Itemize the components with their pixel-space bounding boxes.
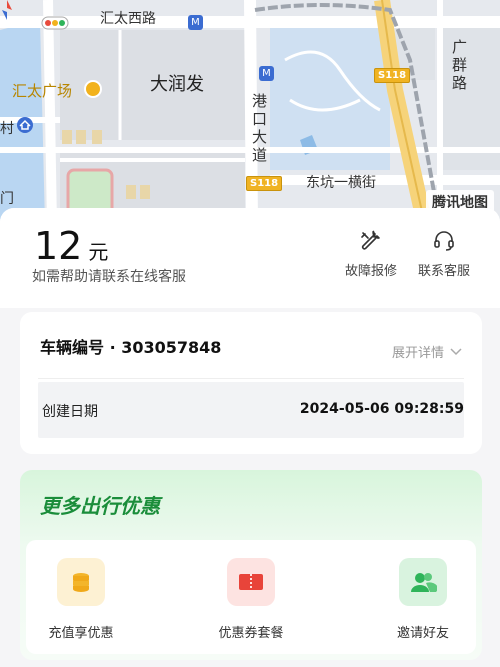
map-edge-label-2: 门 <box>0 191 14 207</box>
coin-stack-icon <box>57 558 105 606</box>
map-canvas <box>0 0 500 225</box>
customer-service-label: 联系客服 <box>417 264 470 279</box>
map-road-label-vertical: 港口大道 <box>252 92 268 164</box>
map-area-label: 大润发 <box>150 74 204 95</box>
promo-item-label: 优惠券套餐 <box>218 626 284 641</box>
map-road-label: 汇太西路 <box>100 11 156 27</box>
promo-item-recharge[interactable]: 充值享优惠 <box>26 558 136 641</box>
created-date-value: 2024-05-06 09:28:59 <box>299 401 464 417</box>
fare-unit: 元 <box>88 240 109 264</box>
order-sheet: 12 元 如需帮助请联系在线客服 故障报修 联系客服 车辆编号 · 303057… <box>0 208 500 667</box>
highway-shield: S118 <box>374 68 411 83</box>
highway-shield-2: S118 <box>246 176 283 191</box>
vehicle-number: 车辆编号 · 303057848 <box>40 338 222 357</box>
fare-panel: 12 元 如需帮助请联系在线客服 故障报修 联系客服 <box>0 208 500 308</box>
metro-icon: M <box>188 15 203 30</box>
wrench-icon <box>361 230 380 250</box>
map-view[interactable]: 汇太西路 M 大润发 汇太广场 M 港口大道 S118 S118 东坑一横街 广… <box>0 0 500 225</box>
divider <box>38 378 464 379</box>
fare-amount: 12 元 <box>34 224 108 268</box>
promo-item-label: 充值享优惠 <box>48 626 114 641</box>
customer-service-button[interactable]: 联系客服 <box>404 228 484 279</box>
map-edge-label: 村 <box>0 121 14 137</box>
map-poi-label: 汇太广场 <box>12 82 73 100</box>
map-compass-icon <box>2 0 12 20</box>
promo-item-coupon[interactable]: 优惠券套餐 <box>196 558 306 641</box>
created-date-label: 创建日期 <box>42 404 98 420</box>
map-road-label-vertical-2: 广群路 <box>452 38 468 92</box>
promo-title: 更多出行优惠 <box>40 494 160 518</box>
fare-value: 12 <box>34 224 83 268</box>
expand-details-button[interactable]: 展开详情 <box>392 342 462 361</box>
expand-details-label: 展开详情 <box>391 346 444 361</box>
promo-card: 更多出行优惠 充值享优惠 优惠券套餐 邀请好友 <box>20 470 482 660</box>
coupon-icon <box>227 558 275 606</box>
chevron-down-icon <box>450 347 462 355</box>
promo-item-invite[interactable]: 邀请好友 <box>368 558 478 641</box>
repair-label: 故障报修 <box>344 264 397 279</box>
friends-icon <box>399 558 447 606</box>
poi-marker-icon <box>84 80 102 98</box>
promo-list: 充值享优惠 优惠券套餐 邀请好友 <box>26 540 476 654</box>
map-road-label-2: 东坑一横街 <box>306 175 376 191</box>
help-text: 如需帮助请联系在线客服 <box>32 269 186 285</box>
promo-item-label: 邀请好友 <box>396 626 449 641</box>
vehicle-card: 车辆编号 · 303057848 展开详情 创建日期 2024-05-06 09… <box>20 312 482 454</box>
created-date-row: 创建日期 2024-05-06 09:28:59 <box>38 382 464 438</box>
repair-button[interactable]: 故障报修 <box>331 228 411 279</box>
metro-icon-2: M <box>259 66 274 81</box>
headset-icon <box>434 231 454 251</box>
